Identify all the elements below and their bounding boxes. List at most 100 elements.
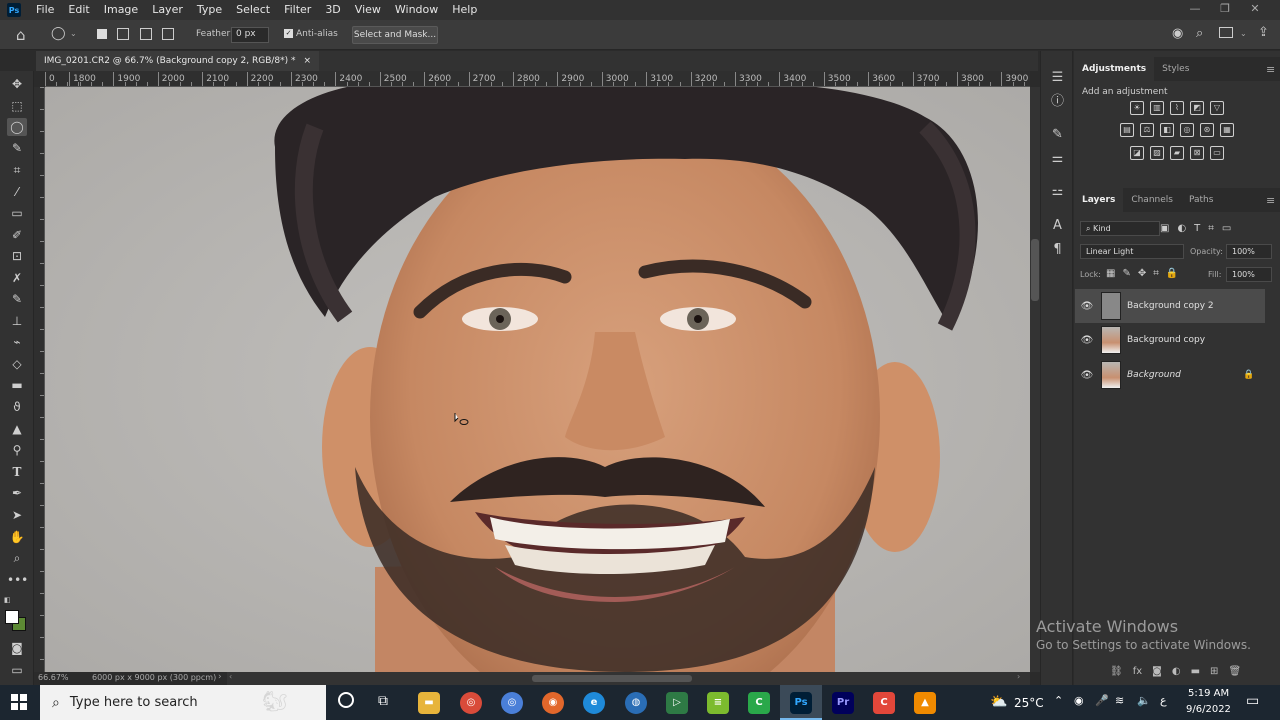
photo-filter-icon[interactable]: ◎ — [1180, 123, 1194, 137]
zoom-level[interactable]: 66.67% — [38, 673, 69, 682]
clone-tool-icon[interactable]: ⊥ — [7, 312, 27, 330]
link-layers-icon[interactable]: ⛓ — [1110, 666, 1123, 684]
exposure-icon[interactable]: ◩ — [1190, 101, 1204, 115]
search-icon[interactable]: ⌕ — [1196, 26, 1203, 41]
layers-menu-icon[interactable]: ≡ — [1266, 194, 1275, 207]
screen-mode-icon[interactable]: ▭ — [7, 661, 27, 679]
notification-icon[interactable]: ▭ — [1246, 693, 1259, 709]
camtasia-recorder-icon[interactable]: C — [873, 692, 895, 714]
browser-icon[interactable]: ◍ — [625, 692, 647, 714]
new-selection-icon[interactable] — [97, 29, 107, 39]
wifi-icon[interactable]: ≋ — [1115, 694, 1124, 707]
properties-icon[interactable]: ☰ — [1049, 69, 1066, 86]
curves-icon[interactable]: ⌇ — [1170, 101, 1184, 115]
menu-select[interactable]: Select — [229, 0, 277, 20]
windows-start-icon[interactable] — [11, 694, 27, 710]
foreground-color-swatch[interactable] — [5, 610, 19, 624]
vibrance-icon[interactable]: ▽ — [1210, 101, 1224, 115]
info-icon[interactable]: ⓘ — [1049, 93, 1066, 110]
brightness-contrast-icon[interactable]: ☀ — [1130, 101, 1144, 115]
eye-icon[interactable]: 👁 — [1075, 335, 1099, 346]
brush-tool-icon[interactable]: ✐ — [7, 226, 27, 244]
taskbar-search[interactable]: ⌕ Type here to search 🐿 — [40, 685, 326, 720]
character-icon[interactable]: A — [1049, 217, 1066, 234]
vertical-scroll-thumb[interactable] — [1031, 239, 1039, 301]
new-group-icon[interactable]: ▬ — [1191, 666, 1200, 684]
antialias-checkbox[interactable]: ✓ — [284, 29, 293, 38]
premiere-icon[interactable]: Pr — [832, 692, 854, 714]
export-icon[interactable]: ⇪ — [1258, 25, 1269, 40]
language-indicator[interactable]: ع — [1160, 694, 1167, 707]
eyedropper-tool-icon[interactable]: ⁄ — [7, 183, 27, 201]
add-mask-icon[interactable]: ◙ — [1152, 666, 1162, 684]
layer-background[interactable]: 👁 Background 🔒 — [1075, 358, 1265, 392]
eye-icon[interactable]: 👁 — [1075, 301, 1099, 312]
new-adjustment-icon[interactable]: ◐ — [1172, 666, 1181, 684]
share-icon[interactable]: ◉ — [1172, 26, 1183, 41]
gradient-tool-icon[interactable]: ▬ — [7, 376, 27, 394]
paragraph-icon[interactable]: ¶ — [1049, 241, 1066, 258]
app-tray-icon[interactable]: ◉ — [1074, 694, 1084, 707]
invert-icon[interactable]: ◪ — [1130, 146, 1144, 160]
more-tools-icon[interactable]: ••• — [7, 571, 28, 589]
lasso-preset-icon[interactable]: ◯ — [51, 26, 66, 41]
menu-filter[interactable]: Filter — [277, 0, 318, 20]
opacity-input[interactable]: 100% — [1226, 244, 1272, 259]
libraries-icon[interactable]: ⚍ — [1049, 183, 1066, 200]
fx-icon[interactable]: fx — [1133, 666, 1142, 684]
delete-layer-icon[interactable]: 🗑 — [1228, 666, 1241, 684]
menu-3d[interactable]: 3D — [318, 0, 347, 20]
blur-tool-icon[interactable]: ϑ — [7, 398, 27, 416]
tab-adjustments[interactable]: Adjustments — [1074, 57, 1155, 81]
tab-layers[interactable]: Layers — [1074, 188, 1124, 212]
camtasia-icon[interactable]: C — [748, 692, 770, 714]
blend-mode-dropdown[interactable]: Linear Light — [1080, 244, 1184, 259]
minimize-icon[interactable]: — — [1180, 0, 1210, 20]
restore-icon[interactable]: ❐ — [1210, 0, 1240, 20]
workspace-chevron-icon[interactable]: ⌄ — [1240, 29, 1247, 38]
subtract-selection-icon[interactable] — [140, 28, 152, 40]
menu-layer[interactable]: Layer — [145, 0, 190, 20]
layer-background-copy[interactable]: 👁 Background copy — [1075, 323, 1265, 357]
cortana-icon[interactable] — [338, 692, 354, 708]
document-tab[interactable]: IMG_0201.CR2 @ 66.7% (Background copy 2,… — [36, 51, 320, 71]
layer-kind-filter[interactable]: ⌕ Kind — [1080, 221, 1160, 236]
vertical-scrollbar[interactable] — [1030, 87, 1040, 672]
lock-icon[interactable]: 🔒 — [1243, 370, 1254, 380]
crop-tool-icon[interactable]: ⌗ — [7, 161, 27, 179]
volume-icon[interactable]: 🔈 — [1137, 694, 1151, 707]
chrome-alt-icon[interactable]: ◎ — [501, 692, 523, 714]
intersect-selection-icon[interactable] — [162, 28, 174, 40]
brush-settings-icon[interactable]: ✎ — [1049, 126, 1066, 143]
menu-file[interactable]: File — [29, 0, 61, 20]
default-colors-icon[interactable]: ◧ — [4, 596, 11, 604]
tab-styles[interactable]: Styles — [1154, 57, 1197, 81]
scroll-right-icon[interactable]: › — [1017, 672, 1020, 681]
feather-input[interactable]: 0 px — [231, 27, 269, 43]
weather-icon[interactable]: ⛅ — [990, 694, 1007, 710]
menu-edit[interactable]: Edit — [61, 0, 96, 20]
black-white-icon[interactable]: ◧ — [1160, 123, 1174, 137]
color-balance-icon[interactable]: ⚖ — [1140, 123, 1154, 137]
fill-input[interactable]: 100% — [1226, 267, 1272, 282]
scroll-left-icon[interactable]: ‹ — [229, 672, 232, 681]
menu-type[interactable]: Type — [190, 0, 229, 20]
healing-tool-icon[interactable]: ▭ — [7, 204, 27, 222]
status-chevron-icon[interactable]: › — [218, 672, 222, 682]
sharpen-tool-icon[interactable]: ▲ — [7, 420, 27, 438]
layer-background-copy-2[interactable]: 👁 Background copy 2 — [1075, 289, 1265, 323]
close-window-icon[interactable]: ✕ — [1240, 0, 1270, 20]
channel-mixer-icon[interactable]: ⊛ — [1200, 123, 1214, 137]
chevron-down-icon[interactable]: ⌄ — [70, 29, 77, 38]
edge-icon[interactable]: e — [583, 692, 605, 714]
document-canvas[interactable] — [45, 87, 1030, 672]
task-view-icon[interactable]: ⧉ — [378, 693, 388, 709]
vlc-icon[interactable]: ▲ — [914, 692, 936, 714]
quick-mask-icon[interactable]: ◙ — [7, 639, 27, 657]
menu-window[interactable]: Window — [388, 0, 445, 20]
hand-tool-icon[interactable]: ✋ — [7, 528, 27, 546]
zoom-tool-icon[interactable]: ⌕ — [7, 549, 27, 567]
marquee-tool-icon[interactable]: ⬚ — [7, 97, 27, 115]
gradient-map-icon[interactable]: ▭ — [1210, 146, 1224, 160]
select-and-mask-button[interactable]: Select and Mask... — [352, 26, 438, 44]
